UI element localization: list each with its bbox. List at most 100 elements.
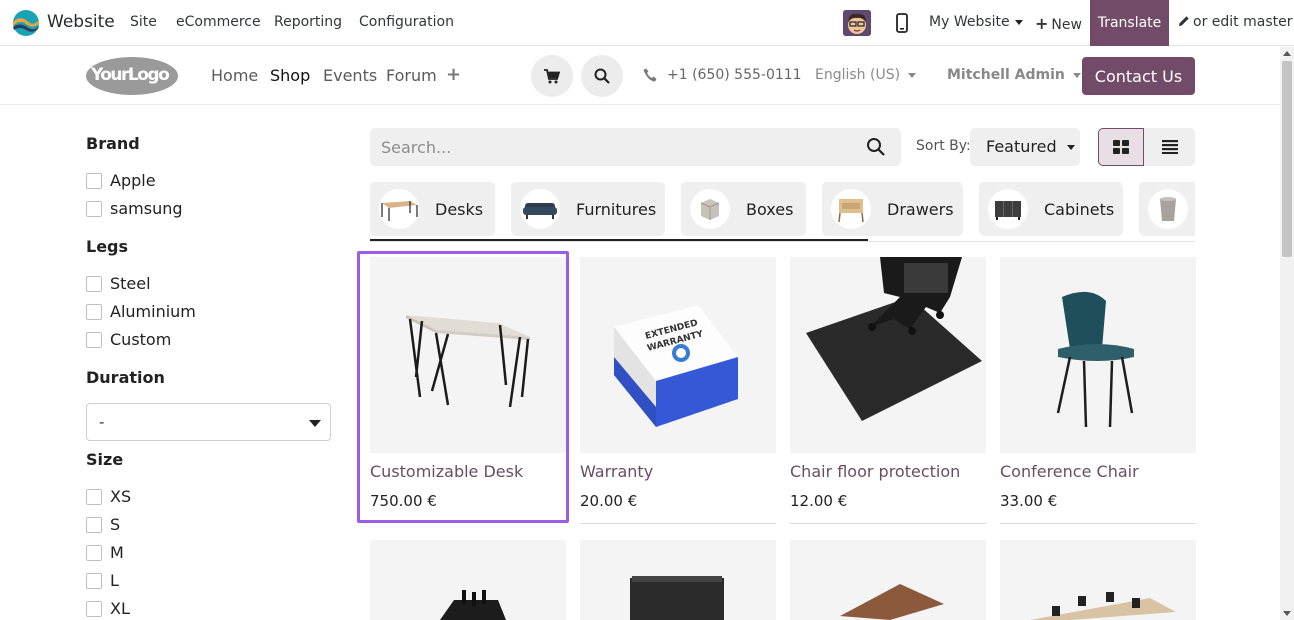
site-header: YourLogo Home Shop Events Forum + +1 (65…: [0, 47, 1280, 105]
card-divider: [580, 523, 776, 524]
product-name[interactable]: Chair floor protection: [790, 462, 986, 481]
contact-us-button[interactable]: Contact Us: [1082, 57, 1195, 95]
sort-select[interactable]: Featured: [970, 128, 1080, 166]
product-card[interactable]: [790, 540, 986, 620]
my-website-dropdown[interactable]: My Website: [929, 14, 1023, 30]
duration-select[interactable]: -: [86, 403, 331, 441]
cabinet-thumbnail: [988, 189, 1028, 229]
filter-label: XL: [110, 599, 130, 618]
page-scrollbar[interactable]: [1280, 47, 1294, 620]
category-furnitures[interactable]: Furnitures: [511, 182, 665, 236]
checkbox[interactable]: [86, 516, 102, 533]
grid-icon: [1113, 140, 1129, 154]
phone-number[interactable]: +1 (650) 555-0111: [667, 67, 802, 83]
filter-legs-custom[interactable]: Custom: [86, 330, 171, 349]
menu-ecommerce[interactable]: eCommerce: [176, 14, 261, 30]
product-card[interactable]: Conference Chair 33.00 €: [1000, 257, 1196, 524]
product-search-input[interactable]: [370, 128, 850, 166]
category-bins[interactable]: [1139, 182, 1195, 236]
scroll-down-icon[interactable]: [1283, 611, 1291, 616]
selected-product-outline: [357, 251, 569, 523]
filter-size-xs[interactable]: XS: [86, 487, 131, 506]
search-icon[interactable]: [866, 137, 886, 157]
product-name[interactable]: Conference Chair: [1000, 462, 1196, 481]
grid-view-button[interactable]: [1098, 128, 1144, 166]
user-name: Mitchell Admin: [947, 67, 1065, 83]
category-drawers[interactable]: Drawers: [822, 182, 963, 236]
nav-events[interactable]: Events: [323, 66, 377, 85]
filter-label: M: [110, 543, 124, 562]
mobile-preview-icon[interactable]: [896, 13, 908, 33]
list-view-button[interactable]: [1144, 128, 1195, 166]
product-image[interactable]: [1000, 257, 1196, 453]
category-label: Cabinets: [1044, 199, 1115, 219]
product-card[interactable]: [370, 540, 566, 620]
checkbox[interactable]: [86, 488, 102, 505]
language-selector[interactable]: English (US): [815, 67, 917, 83]
app-name[interactable]: Website: [47, 12, 115, 32]
checkbox[interactable]: [86, 172, 102, 189]
category-carousel: Desks Furnitures Boxes Drawers Cabinets: [370, 182, 1195, 242]
header-search-button[interactable]: [581, 55, 623, 97]
menu-site[interactable]: Site: [130, 14, 157, 30]
checkbox[interactable]: [86, 200, 102, 217]
filter-legs-aluminium[interactable]: Aluminium: [86, 302, 196, 321]
admin-topbar: Website Site eCommerce Reporting Configu…: [0, 0, 1294, 46]
product-card[interactable]: [580, 540, 776, 620]
edit-master-button[interactable]: or edit master: [1178, 14, 1292, 30]
new-button[interactable]: + New: [1035, 14, 1082, 33]
user-menu[interactable]: Mitchell Admin: [947, 67, 1081, 83]
nav-shop[interactable]: Shop: [270, 66, 310, 85]
list-icon: [1161, 140, 1178, 154]
filter-size-m[interactable]: M: [86, 543, 124, 562]
menu-reporting[interactable]: Reporting: [274, 14, 342, 30]
scroll-up-icon[interactable]: [1283, 51, 1291, 56]
site-logo[interactable]: YourLogo: [85, 56, 179, 96]
menu-configuration[interactable]: Configuration: [359, 14, 454, 30]
add-menu-plus-icon[interactable]: +: [446, 64, 461, 85]
scrollbar-thumb[interactable]: [1282, 61, 1292, 257]
sort-by-label: Sort By:: [916, 138, 971, 154]
filter-label: Custom: [110, 330, 172, 349]
filter-legs-steel[interactable]: Steel: [86, 274, 151, 293]
chevron-down-icon: [1066, 145, 1075, 150]
checkbox[interactable]: [86, 303, 102, 320]
nav-forum[interactable]: Forum: [386, 66, 437, 85]
pencil-icon: [1179, 16, 1189, 26]
user-avatar[interactable]: [843, 10, 871, 36]
checkbox[interactable]: [86, 331, 102, 348]
product-card[interactable]: Chair floor protection 12.00 €: [790, 257, 986, 524]
product-image[interactable]: [790, 257, 986, 453]
product-image[interactable]: [370, 540, 566, 620]
filter-brand-apple[interactable]: Apple: [86, 171, 156, 190]
product-image[interactable]: [580, 540, 776, 620]
checkbox[interactable]: [86, 544, 102, 561]
product-image[interactable]: EXTENDED WARRANTY: [580, 257, 776, 453]
filter-size-l[interactable]: L: [86, 571, 119, 590]
filter-size-s[interactable]: S: [86, 515, 120, 534]
product-card[interactable]: [1000, 540, 1196, 620]
category-boxes[interactable]: Boxes: [681, 182, 806, 236]
filter-brand-samsung[interactable]: samsung: [86, 199, 183, 218]
checkbox[interactable]: [86, 275, 102, 292]
desk-thumbnail: [379, 189, 419, 229]
checkbox[interactable]: [86, 572, 102, 589]
website-app-icon[interactable]: [12, 9, 40, 37]
category-desks[interactable]: Desks: [370, 182, 495, 236]
chevron-down-icon: [1014, 19, 1023, 25]
sofa-thumbnail: [520, 189, 560, 229]
category-label: Boxes: [746, 199, 794, 219]
product-image[interactable]: [790, 540, 986, 620]
card-divider: [1000, 523, 1196, 524]
product-card[interactable]: EXTENDED WARRANTY Warranty 20.00 €: [580, 257, 776, 524]
translate-button[interactable]: Translate: [1090, 0, 1169, 46]
search-icon: [594, 68, 610, 84]
category-cabinets[interactable]: Cabinets: [979, 182, 1123, 236]
category-scroll-indicator[interactable]: [370, 239, 868, 241]
product-name[interactable]: Warranty: [580, 462, 776, 481]
nav-home[interactable]: Home: [211, 66, 258, 85]
product-image[interactable]: [1000, 540, 1196, 620]
cart-button[interactable]: [531, 55, 573, 97]
checkbox[interactable]: [86, 600, 102, 617]
filter-size-xl[interactable]: XL: [86, 599, 130, 618]
